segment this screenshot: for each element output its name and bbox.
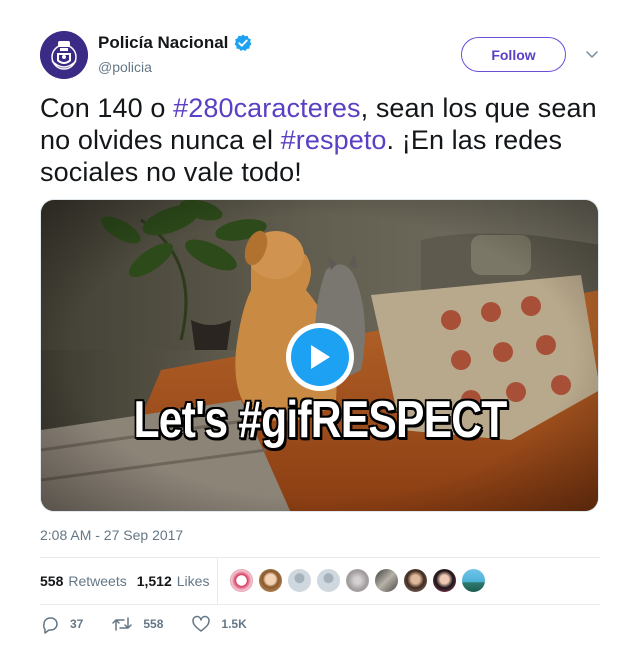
reply-count: 37 (70, 617, 84, 631)
liker-avatar[interactable] (258, 568, 283, 593)
liker-avatar[interactable] (316, 568, 341, 593)
retweet-count: 558 (143, 617, 164, 631)
play-button[interactable] (286, 323, 354, 391)
play-icon (291, 328, 349, 386)
gif-caption: Let's #gifRESPECT (133, 391, 508, 449)
liker-avatar[interactable] (229, 568, 254, 593)
police-badge-icon (40, 31, 88, 79)
divider (40, 604, 600, 605)
liker-avatar[interactable] (374, 568, 399, 593)
retweets-stat[interactable]: 558 Retweets (40, 573, 127, 589)
stats-separator (217, 558, 218, 604)
liker-avatar[interactable] (287, 568, 312, 593)
verified-badge-icon (234, 34, 252, 52)
tweet-timestamp[interactable]: 2:08 AM - 27 Sep 2017 (40, 527, 183, 543)
retweets-label: Retweets (68, 572, 127, 589)
chevron-down-icon[interactable] (584, 46, 600, 62)
liker-avatar[interactable] (403, 568, 428, 593)
liker-avatar[interactable] (461, 568, 486, 593)
liker-avatar[interactable] (345, 568, 370, 593)
author-name-row: Policía Nacional (98, 33, 252, 53)
likes-label: Likes (176, 572, 210, 589)
author-handle[interactable]: @policia (98, 59, 152, 75)
hashtag-link[interactable]: #respeto (281, 125, 387, 155)
tweet-text-part: Con 140 o (40, 93, 174, 123)
tweet-card: Policía Nacional @policia Follow Con 140… (0, 0, 640, 666)
tweet-text: Con 140 o #280caracteres, sean los que s… (40, 92, 600, 188)
follow-button[interactable]: Follow (461, 37, 566, 72)
heart-icon (192, 615, 211, 632)
retweet-button[interactable]: 558 (111, 614, 163, 634)
retweet-icon (112, 617, 133, 631)
reply-icon (42, 617, 58, 634)
likes-count: 1,512 (136, 572, 172, 589)
retweets-count: 558 (40, 572, 64, 589)
liker-avatar[interactable] (432, 568, 457, 593)
tweet-actions: 37 558 1.5K (40, 614, 275, 634)
display-name[interactable]: Policía Nacional (98, 33, 228, 53)
like-button[interactable]: 1.5K (191, 614, 247, 634)
liker-avatars (229, 568, 490, 593)
avatar[interactable] (40, 31, 88, 79)
reply-button[interactable]: 37 (40, 614, 83, 634)
like-count: 1.5K (221, 617, 247, 631)
hashtag-link[interactable]: #280caracteres (173, 93, 361, 123)
likes-stat[interactable]: 1,512 Likes (137, 573, 210, 589)
